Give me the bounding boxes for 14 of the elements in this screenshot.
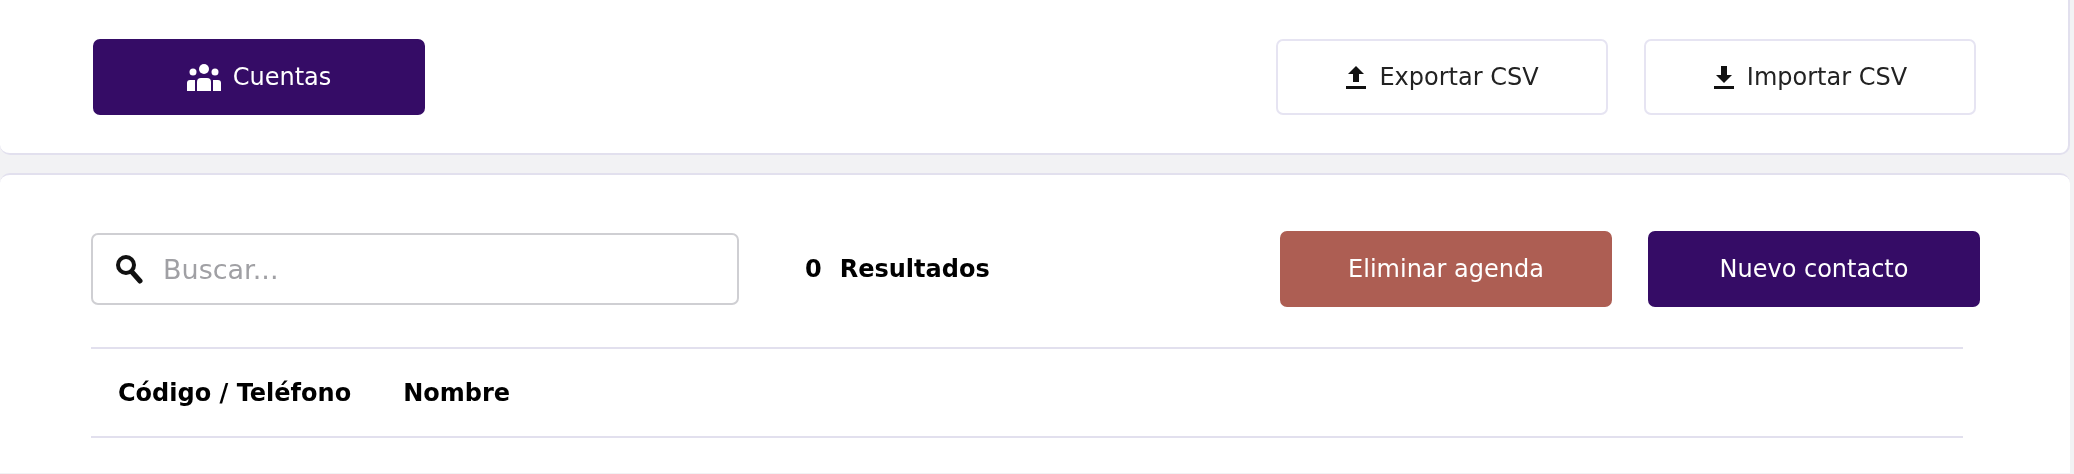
new-contact-button[interactable]: Nuevo contacto bbox=[1648, 231, 1980, 307]
export-button[interactable]: Exportar CSV bbox=[1276, 38, 1608, 115]
upload-icon bbox=[1345, 63, 1368, 90]
download-icon bbox=[1712, 63, 1735, 90]
column-header: Código / Teléfono bbox=[118, 378, 352, 407]
results-label: Resultados bbox=[839, 255, 990, 283]
delete-agenda-button[interactable]: Eliminar agenda bbox=[1280, 231, 1612, 307]
result-count: 0 bbox=[805, 255, 822, 283]
accounts-button[interactable]: Cuentas bbox=[93, 38, 425, 115]
import-button[interactable]: Importar CSV bbox=[1644, 38, 1976, 115]
search-icon bbox=[115, 254, 143, 284]
search-field[interactable]: Buscar... bbox=[91, 233, 739, 305]
users-icon bbox=[186, 62, 221, 91]
column-header: Nombre bbox=[403, 378, 510, 407]
